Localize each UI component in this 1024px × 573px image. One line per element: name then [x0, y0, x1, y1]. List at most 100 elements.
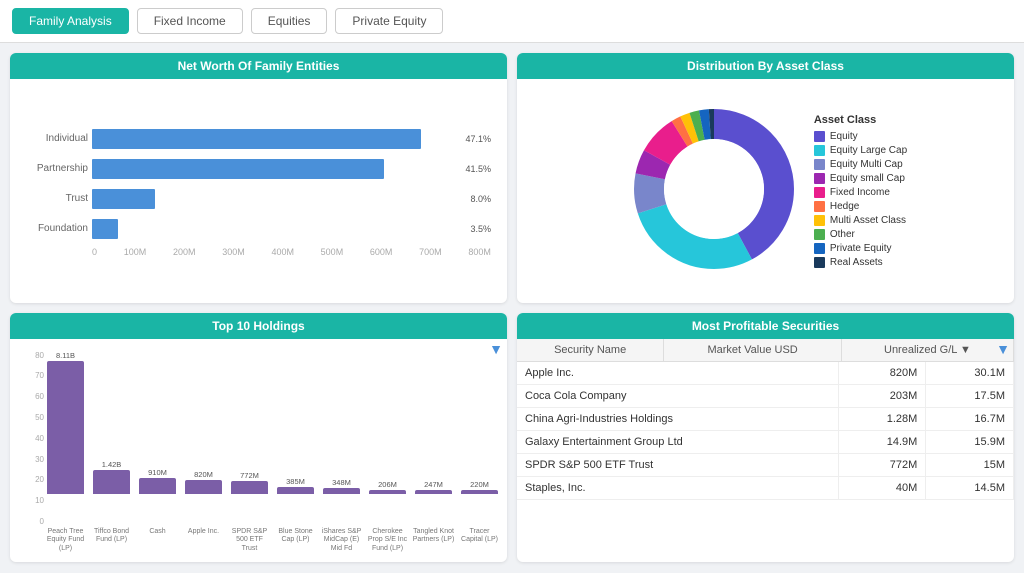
- x-label-5: Blue Stone Cap (LP): [274, 526, 317, 558]
- legend-equity-large-cap: Equity Large Cap: [814, 145, 907, 156]
- y-label-40: 40: [16, 434, 44, 443]
- bar-wrap-foundation: [92, 219, 462, 239]
- bar-fill-5: [277, 487, 314, 494]
- bar-row-individual: Individual 47.1%: [20, 125, 491, 153]
- bar-label-foundation: Foundation: [20, 223, 88, 234]
- tab-fixed-income[interactable]: Fixed Income: [137, 8, 243, 34]
- bar-fill-0: [47, 361, 84, 495]
- cell-mv-0: 820M: [838, 362, 926, 385]
- x-label-8: Tangled Knot Partners (LP): [412, 526, 455, 558]
- cell-mv-2: 1.28M: [838, 407, 926, 430]
- bar-fill-1: [93, 470, 130, 494]
- bar-val-0: 8.11B: [56, 351, 75, 360]
- table-row-0: Apple Inc. 820M 30.1M: [517, 362, 1014, 385]
- bar-row-partnership: Partnership 41.5%: [20, 155, 491, 183]
- legend-box: Asset Class Equity Equity Large Cap Equi…: [814, 114, 907, 268]
- main-grid: Net Worth Of Family Entities Individual …: [0, 43, 1024, 572]
- bar-val-2: 910M: [148, 468, 167, 477]
- cell-mv-4: 772M: [838, 453, 926, 476]
- legend-label-fixed-income: Fixed Income: [830, 187, 890, 198]
- bar-col-6: 348M: [320, 351, 363, 495]
- legend-color-hedge: [814, 201, 825, 212]
- bar-col-0: 8.11B: [44, 351, 87, 495]
- bar-fill-3: [185, 480, 222, 494]
- cell-name-3: Galaxy Entertainment Group Ltd: [517, 430, 838, 453]
- y-axis-labels: 80 70 60 50 40 30 20 10 0: [16, 345, 44, 559]
- x-label-0: 0: [92, 247, 97, 257]
- legend-label-equity-large-cap: Equity Large Cap: [830, 145, 907, 156]
- top10-content: ▼ 80 70 60 50 40 30 20 10 0: [10, 339, 507, 563]
- bar-col-8: 247M: [412, 351, 455, 495]
- x-label-9: Tracer Capital (LP): [458, 526, 501, 558]
- bar-wrap-trust: [92, 189, 462, 209]
- bar-fill-7: [369, 490, 406, 494]
- y-label-0: 0: [16, 517, 44, 526]
- cell-gl-2: 16.7M: [926, 407, 1014, 430]
- bar-fill-9: [461, 490, 498, 494]
- legend-color-real-assets: [814, 257, 825, 268]
- legend-color-fixed-income: [814, 187, 825, 198]
- y-label-30: 30: [16, 455, 44, 464]
- x-label-300m: 300M: [222, 247, 245, 257]
- net-worth-header: Net Worth Of Family Entities: [10, 53, 507, 79]
- table-row-4: SPDR S&P 500 ETF Trust 772M 15M: [517, 453, 1014, 476]
- legend-color-equity-multi-cap: [814, 159, 825, 170]
- bar-label-partnership: Partnership: [20, 163, 88, 174]
- legend-color-equity: [814, 131, 825, 142]
- bar-fill-trust: [92, 189, 155, 209]
- cell-name-2: China Agri-Industries Holdings: [517, 407, 838, 430]
- y-label-20: 20: [16, 475, 44, 484]
- legend-label-equity: Equity: [830, 131, 858, 142]
- cell-name-0: Apple Inc.: [517, 362, 838, 385]
- legend-other: Other: [814, 229, 907, 240]
- legend-label-other: Other: [830, 229, 855, 240]
- bar-pct-partnership: 41.5%: [465, 164, 491, 174]
- cell-gl-3: 15.9M: [926, 430, 1014, 453]
- bar-label-trust: Trust: [20, 193, 88, 204]
- bar-fill-8: [415, 490, 452, 494]
- x-label-600m: 600M: [370, 247, 393, 257]
- x-label-1: Tiffco Bond Fund (LP): [90, 526, 133, 558]
- legend-color-other: [814, 229, 825, 240]
- y-label-70: 70: [16, 371, 44, 380]
- legend-color-private-equity: [814, 243, 825, 254]
- distribution-panel: Distribution By Asset Class: [517, 53, 1014, 303]
- bar-label-individual: Individual: [20, 133, 88, 144]
- legend-equity-small-cap: Equity small Cap: [814, 173, 907, 184]
- profitable-panel: Most Profitable Securities ▼ Security Na…: [517, 313, 1014, 563]
- donut-chart: [624, 99, 804, 282]
- top10-panel: Top 10 Holdings ▼ 80 70 60 50 40 30 20 1…: [10, 313, 507, 563]
- legend-multi-asset: Multi Asset Class: [814, 215, 907, 226]
- bar-col-5: 385M: [274, 351, 317, 495]
- cell-name-5: Staples, Inc.: [517, 476, 838, 499]
- table-row-3: Galaxy Entertainment Group Ltd 14.9M 15.…: [517, 430, 1014, 453]
- bars-area: 8.11B 1.42B 910M 820M: [44, 345, 501, 527]
- table-header-row: Security Name Market Value USD Unrealize…: [517, 339, 1014, 362]
- bar-val-8: 247M: [424, 480, 443, 489]
- tab-family-analysis[interactable]: Family Analysis: [12, 8, 129, 34]
- tab-equities[interactable]: Equities: [251, 8, 328, 34]
- cell-mv-1: 203M: [838, 384, 926, 407]
- net-worth-bars: Individual 47.1% Partnership 41.5% Trust: [10, 79, 507, 303]
- legend-private-equity: Private Equity: [814, 243, 907, 254]
- x-axis-labels: 0 100M 200M 300M 400M 500M 600M 700M 800…: [20, 247, 491, 257]
- table-panel: Security Name Market Value USD Unrealize…: [517, 339, 1014, 563]
- filter-icon-profitable[interactable]: ▼: [996, 341, 1010, 357]
- x-label-0: Peach Tree Equity Fund (LP): [44, 526, 87, 558]
- bar-fill-4: [231, 481, 268, 494]
- legend-label-multi-asset: Multi Asset Class: [830, 215, 906, 226]
- bar-col-4: 772M: [228, 351, 271, 495]
- distribution-content: Asset Class Equity Equity Large Cap Equi…: [517, 79, 1014, 303]
- legend-color-equity-small-cap: [814, 173, 825, 184]
- bar-col-9: 220M: [458, 351, 501, 495]
- bar-col-1: 1.42B: [90, 351, 133, 495]
- bar-pct-trust: 8.0%: [470, 194, 491, 204]
- legend-fixed-income: Fixed Income: [814, 187, 907, 198]
- y-label-10: 10: [16, 496, 44, 505]
- table-scroll[interactable]: Apple Inc. 820M 30.1M Coca Cola Company …: [517, 362, 1014, 563]
- tab-private-equity[interactable]: Private Equity: [335, 8, 443, 34]
- bar-fill-partnership: [92, 159, 384, 179]
- profitable-header: Most Profitable Securities: [517, 313, 1014, 339]
- bar-val-5: 385M: [286, 477, 305, 486]
- cell-gl-4: 15M: [926, 453, 1014, 476]
